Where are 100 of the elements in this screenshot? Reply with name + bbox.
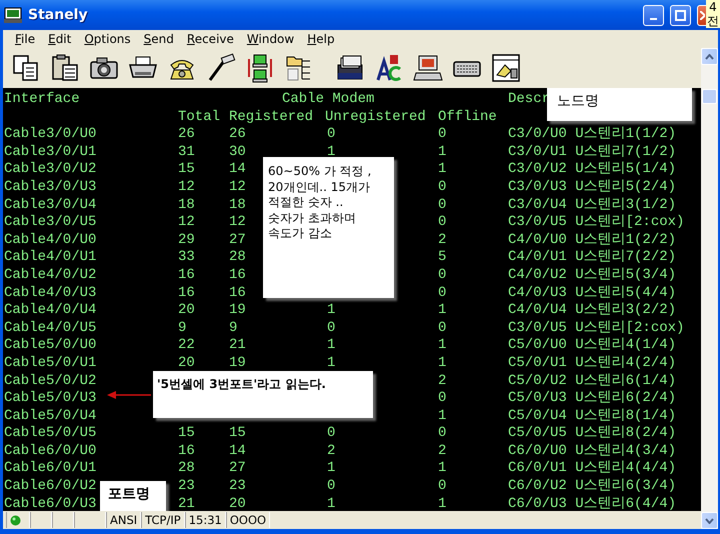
table-cell: 2 (438, 442, 446, 460)
column-header: Registered (229, 108, 314, 126)
table-cell: Cable3/0/U0 (4, 126, 96, 144)
column-header: Total (178, 108, 220, 126)
table-cell: 1 (438, 496, 446, 511)
table-cell: 0 (327, 425, 336, 443)
table-cell: 21 (178, 496, 195, 511)
table-cell: 1 (438, 144, 446, 162)
table-cell: 19 (229, 354, 246, 372)
table-cell: 1 (438, 337, 446, 355)
table-cell: 20 (178, 354, 195, 372)
table-cell: 1 (327, 354, 336, 372)
table-cell: C4/0/U0 U스텐리1(2/2) (508, 232, 676, 250)
status-text: OOOO (230, 513, 266, 527)
table-cell: 1 (327, 302, 336, 320)
table-cell: 18 (178, 196, 195, 214)
table-cell: 0 (327, 478, 336, 496)
table-cell: C3/0/U4 U스텐리3(1/2) (508, 196, 676, 214)
table-cell: 28 (229, 249, 246, 267)
table-cell: Cable5/0/U0 (4, 337, 96, 355)
table-cell: C3/0/U2 U스텐리5(1/4) (508, 161, 676, 179)
table-cell: 1 (438, 302, 446, 320)
table-cell: 28 (178, 460, 195, 478)
table-cell: C4/0/U2 U스텐리5(3/4) (508, 266, 676, 285)
table-cell: C3/0/U3 U스텐리5(2/4) (508, 178, 676, 197)
table-cell: C5/0/U0 U스텐리4(1/4) (508, 337, 676, 355)
table-cell: Cable3/0/U2 (4, 161, 96, 179)
table-cell: 16 (229, 284, 246, 302)
table-cell: 20 (178, 302, 195, 320)
table-cell: C3/0/U0 U스텐리1(1/2) (508, 126, 676, 144)
table-cell: C5/0/U3 U스텐리6(2/4) (508, 390, 676, 408)
table-cell: 16 (178, 266, 195, 285)
table-cell: 15 (178, 425, 195, 443)
table-cell: 1 (438, 408, 446, 426)
table-cell: 1 (327, 337, 336, 355)
column-header: Descr (508, 91, 550, 109)
node-name-label: 노드명 (557, 92, 600, 110)
table-cell: Cable4/0/U2 (4, 266, 96, 285)
table-cell: C6/0/U0 U스텐리4(3/4) (508, 442, 676, 460)
table-cell: 0 (438, 178, 446, 197)
table-cell: 23 (229, 478, 246, 496)
table-cell: 0 (438, 214, 446, 232)
table-cell: 16 (178, 284, 195, 302)
table-cell: C6/0/U1 U스텐리4(4/4) (508, 460, 676, 478)
table-cell: Cable3/0/U1 (4, 144, 96, 162)
table-cell: 0 (438, 478, 446, 496)
table-cell: 18 (229, 196, 246, 214)
table-cell: Cable4/0/U3 (4, 284, 96, 302)
table-cell: 20 (229, 496, 246, 511)
table-cell: 22 (178, 337, 195, 355)
port-name-label: 포트명 (108, 485, 151, 504)
table-cell: Cable4/0/U4 (4, 302, 96, 320)
table-cell: 9 (178, 320, 186, 338)
status-text: 15:31 (188, 513, 222, 527)
table-cell: C3/0/U1 U스텐리7(1/2) (508, 144, 676, 162)
table-cell: 1 (327, 144, 336, 162)
table-cell: 1 (327, 496, 336, 511)
table-cell: 29 (178, 232, 195, 250)
window-title: Stanely (28, 7, 89, 23)
table-cell: Cable4/0/U5 (4, 320, 96, 338)
table-cell: 9 (229, 320, 238, 338)
table-cell: C6/0/U3 U스텐리6(4/4) (508, 496, 676, 511)
table-cell: C3/0/U5 U스텐리[2:cox) (508, 320, 684, 338)
table-cell: 12 (229, 178, 246, 197)
table-cell: 0 (438, 284, 446, 302)
table-cell: 1 (438, 354, 446, 372)
table-cell: 19 (229, 302, 246, 320)
table-cell: 16 (178, 442, 195, 460)
table-cell: C5/0/U2 U스텐리6(1/4) (508, 372, 676, 390)
table-cell: 33 (178, 249, 195, 267)
table-cell: C5/0/U1 U스텐리4(2/4) (508, 354, 676, 372)
column-group-header: Cable Modem (282, 91, 374, 109)
table-cell: Cable5/0/U3 (4, 390, 96, 408)
table-cell: 1 (438, 161, 446, 179)
table-cell: 14 (229, 161, 246, 179)
table-cell: C4/0/U3 U스텐리5(4/4) (508, 284, 676, 302)
table-cell: 0 (438, 320, 446, 338)
table-cell: Cable4/0/U0 (4, 232, 96, 250)
status-text: TCP/IP (145, 513, 181, 527)
table-cell: 2 (438, 232, 446, 250)
table-cell: 0 (327, 126, 336, 144)
table-cell: Cable4/0/U1 (4, 249, 96, 267)
table-cell: 16 (229, 266, 246, 285)
table-cell: C4/0/U1 U스텐리7(2/2) (508, 249, 676, 267)
table-cell: 15 (229, 425, 246, 443)
table-cell: Cable5/0/U2 (4, 372, 96, 390)
table-cell: 12 (178, 178, 195, 197)
table-cell: 0 (327, 320, 336, 338)
table-cell: Cable6/0/U1 (4, 460, 96, 478)
table-cell: 0 (438, 196, 446, 214)
table-cell: 21 (229, 337, 246, 355)
table-cell: C5/0/U4 U스텐리8(1/4) (508, 408, 676, 426)
table-cell: Cable5/0/U5 (4, 425, 96, 443)
table-cell: Cable3/0/U5 (4, 214, 96, 232)
table-cell: Cable5/0/U4 (4, 408, 96, 426)
table-cell: 31 (178, 144, 195, 162)
table-cell: 2 (327, 442, 336, 460)
table-cell: 0 (438, 390, 446, 408)
table-cell: 0 (438, 425, 446, 443)
table-cell: 26 (178, 126, 195, 144)
